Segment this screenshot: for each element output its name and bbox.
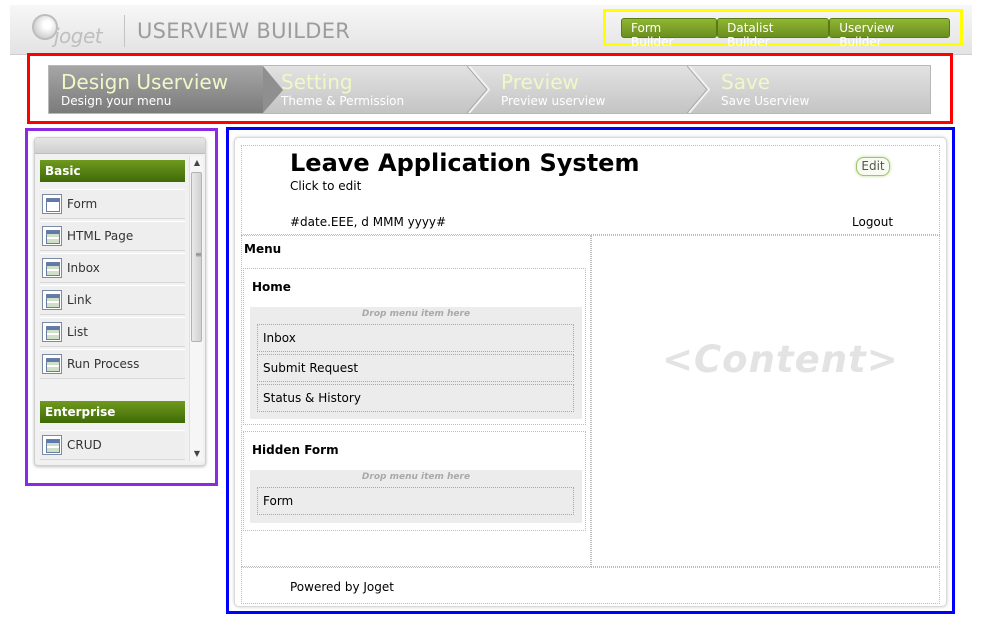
palette-item-form[interactable]: Form xyxy=(40,189,185,219)
form-icon xyxy=(42,194,62,214)
category-name[interactable]: Home xyxy=(252,280,291,294)
palette-item-label: HTML Page xyxy=(67,229,134,243)
step-separator-icon xyxy=(467,66,491,113)
palette-category-basic: Basic xyxy=(40,160,185,182)
logout-link[interactable]: Logout xyxy=(852,215,893,229)
palette-item-label: Link xyxy=(67,293,92,307)
date-format: #date.EEE, d MMM yyyy# xyxy=(290,215,447,229)
palette-item-crud[interactable]: CRUD xyxy=(40,430,185,460)
html-page-icon xyxy=(42,226,62,246)
step-title: Design Userview xyxy=(61,70,229,94)
drop-area[interactable]: Drop menu item here Form xyxy=(250,470,582,523)
run-process-icon xyxy=(42,354,62,374)
palette-item-inbox[interactable]: Inbox xyxy=(40,253,185,283)
step-subtitle: Theme & Permission xyxy=(281,94,405,108)
joget-logo: joget xyxy=(32,10,122,50)
drop-hint: Drop menu item here xyxy=(361,309,471,319)
userview-subtitle[interactable]: Click to edit xyxy=(290,179,361,193)
wizard-steps: Design Userview Design your menu Setting… xyxy=(48,65,931,114)
step-title: Preview xyxy=(501,70,579,94)
drop-hint: Drop menu item here xyxy=(361,472,471,482)
menu-label: Menu xyxy=(244,242,282,256)
logo-text: joget xyxy=(54,24,103,48)
palette-item-html-page[interactable]: HTML Page xyxy=(40,221,185,251)
drop-area[interactable]: Drop menu item here Inbox Submit Request… xyxy=(250,307,582,419)
menu-item-form[interactable]: Form xyxy=(257,487,574,515)
crud-icon xyxy=(42,435,62,455)
step-subtitle: Design your menu xyxy=(61,94,172,108)
grip-icon: ≡ xyxy=(195,250,202,259)
scroll-thumb[interactable]: ≡ xyxy=(191,172,202,342)
palette-item-label: CRUD xyxy=(67,438,102,452)
inbox-icon xyxy=(42,258,62,278)
userview-builder-button[interactable]: Userview Builder xyxy=(829,17,950,49)
userview-title[interactable]: Leave Application System xyxy=(290,149,639,177)
step-setting[interactable]: Setting Theme & Permission xyxy=(269,66,489,113)
list-icon xyxy=(42,322,62,342)
palette-titlebar xyxy=(35,138,205,154)
content-placeholder: <Content> xyxy=(662,338,899,381)
palette-scrollbar[interactable]: ▲ ≡ ▼ xyxy=(189,156,203,461)
datalist-builder-button[interactable]: Datalist Builder xyxy=(717,17,830,49)
palette-item-label: Form xyxy=(67,197,98,211)
step-title: Save xyxy=(721,70,771,94)
palette-item-label: Inbox xyxy=(67,261,100,275)
step-subtitle: Save Userview xyxy=(721,94,810,108)
scroll-up-icon[interactable]: ▲ xyxy=(190,156,204,170)
step-save[interactable]: Save Save Userview xyxy=(709,66,929,113)
menu-item-inbox[interactable]: Inbox xyxy=(257,324,574,352)
palette-category-enterprise: Enterprise xyxy=(40,401,185,423)
link-icon xyxy=(42,290,62,310)
palette-item-list[interactable]: List xyxy=(40,317,185,347)
menu-category-home[interactable]: Home Drop menu item here Inbox Submit Re… xyxy=(243,268,586,425)
menu-palette: Basic Form HTML Page Inbox Link List Run… xyxy=(34,137,206,466)
scroll-down-icon[interactable]: ▼ xyxy=(190,447,204,461)
content-column xyxy=(591,235,940,567)
step-preview[interactable]: Preview Preview userview xyxy=(489,66,709,113)
step-design-userview[interactable]: Design Userview Design your menu xyxy=(49,66,283,113)
step-title: Setting xyxy=(281,70,353,94)
menu-item-status-history[interactable]: Status & History xyxy=(257,384,574,412)
app-title: USERVIEW BUILDER xyxy=(137,19,351,43)
palette-item-label: Run Process xyxy=(67,357,140,371)
menu-category-hidden-form[interactable]: Hidden Form Drop menu item here Form xyxy=(243,431,586,531)
menu-item-submit-request[interactable]: Submit Request xyxy=(257,354,574,382)
palette-item-link[interactable]: Link xyxy=(40,285,185,315)
builder-nav: Form Builder Datalist Builder Userview B… xyxy=(603,9,963,49)
header-divider xyxy=(124,15,125,47)
step-separator-icon xyxy=(687,66,711,113)
palette-item-run-process[interactable]: Run Process xyxy=(40,349,185,379)
form-builder-button[interactable]: Form Builder xyxy=(621,17,718,49)
category-name[interactable]: Hidden Form xyxy=(252,443,339,457)
footer-text[interactable]: Powered by Joget xyxy=(290,580,394,594)
edit-button[interactable]: Edit xyxy=(856,157,890,176)
palette-list: Basic Form HTML Page Inbox Link List Run… xyxy=(40,160,185,462)
step-subtitle: Preview userview xyxy=(501,94,606,108)
palette-item-label: List xyxy=(67,325,88,339)
